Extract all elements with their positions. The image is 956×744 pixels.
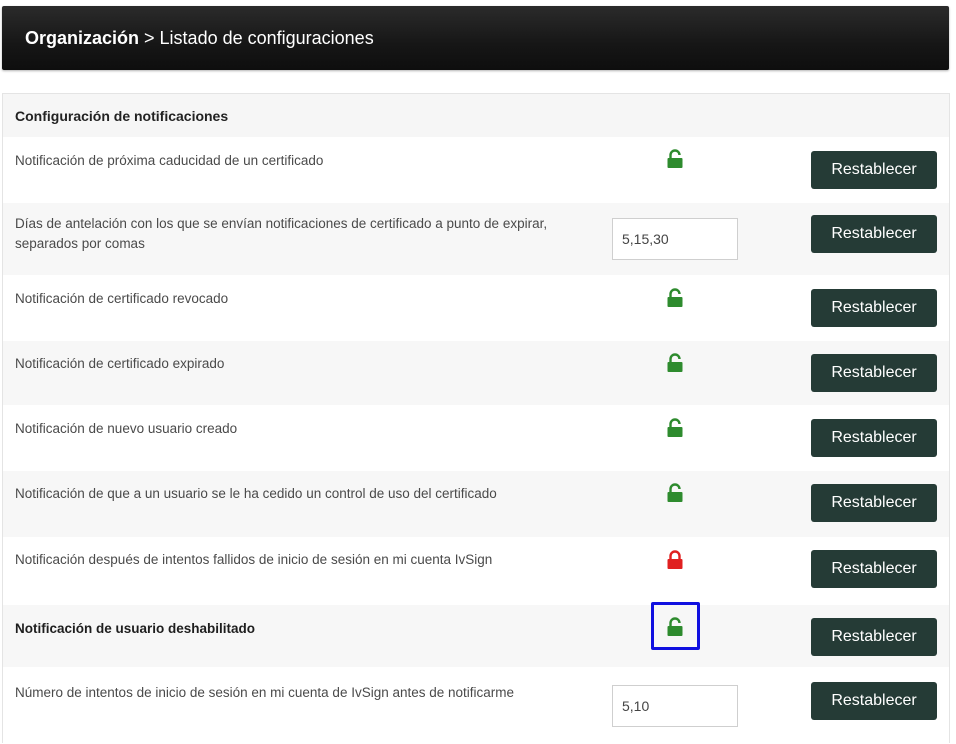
login-attempts-input[interactable] — [612, 685, 738, 727]
setting-label: Notificación de que a un usuario se le h… — [15, 486, 497, 501]
setting-row-revoked: Notificación de certificado revocado Res… — [3, 275, 949, 341]
reset-button[interactable]: Restablecer — [811, 484, 937, 522]
reset-button[interactable]: Restablecer — [811, 151, 937, 189]
unlocked-padlock-icon[interactable] — [666, 483, 684, 503]
setting-row-user-disabled: Notificación de usuario deshabilitado Re… — [3, 605, 949, 667]
unlocked-padlock-icon[interactable] — [666, 149, 684, 169]
reset-button[interactable]: Restablecer — [811, 550, 937, 588]
breadcrumb-current: Listado de configuraciones — [159, 27, 374, 48]
reset-button[interactable]: Restablecer — [811, 289, 937, 327]
setting-label: Notificación de próxima caducidad de un … — [15, 153, 324, 168]
setting-row-new-user: Notificación de nuevo usuario creado Res… — [3, 405, 949, 471]
unlocked-padlock-icon[interactable] — [666, 418, 684, 438]
section-title: Configuración de notificaciones — [3, 94, 949, 137]
reset-button[interactable]: Restablecer — [811, 618, 937, 656]
setting-label: Días de antelación con los que se envían… — [15, 216, 548, 251]
unlocked-padlock-icon[interactable] — [666, 288, 684, 308]
expiry-days-input[interactable] — [612, 218, 738, 260]
page-header: Organización > Listado de configuracione… — [2, 6, 949, 70]
reset-button[interactable]: Restablecer — [811, 354, 937, 392]
setting-row-expiry-notification: Notificación de próxima caducidad de un … — [3, 137, 949, 203]
settings-panel: Configuración de notificaciones Notifica… — [2, 93, 950, 743]
setting-label: Notificación de certificado revocado — [15, 291, 229, 306]
breadcrumb-separator: > — [144, 27, 155, 48]
setting-label: Notificación después de intentos fallido… — [15, 552, 493, 567]
setting-row-expiry-days: Días de antelación con los que se envían… — [3, 203, 949, 275]
reset-button[interactable]: Restablecer — [811, 419, 937, 457]
setting-label: Notificación de certificado expirado — [15, 356, 225, 371]
setting-row-login-attempts: Número de intentos de inicio de sesión e… — [3, 667, 949, 744]
reset-button[interactable]: Restablecer — [811, 215, 937, 253]
unlocked-padlock-icon[interactable] — [666, 353, 684, 373]
setting-label: Notificación de nuevo usuario creado — [15, 421, 238, 436]
setting-label: Número de intentos de inicio de sesión e… — [15, 685, 515, 700]
breadcrumb-root[interactable]: Organización — [25, 28, 139, 49]
setting-row-control-ceded: Notificación de que a un usuario se le h… — [3, 471, 949, 537]
selection-highlight-box — [651, 602, 700, 650]
reset-button[interactable]: Restablecer — [811, 682, 937, 720]
setting-row-failed-logins: Notificación después de intentos fallido… — [3, 537, 949, 605]
locked-padlock-icon[interactable] — [666, 550, 684, 570]
setting-row-expired: Notificación de certificado expirado Res… — [3, 341, 949, 405]
setting-label: Notificación de usuario deshabilitado — [15, 621, 256, 636]
